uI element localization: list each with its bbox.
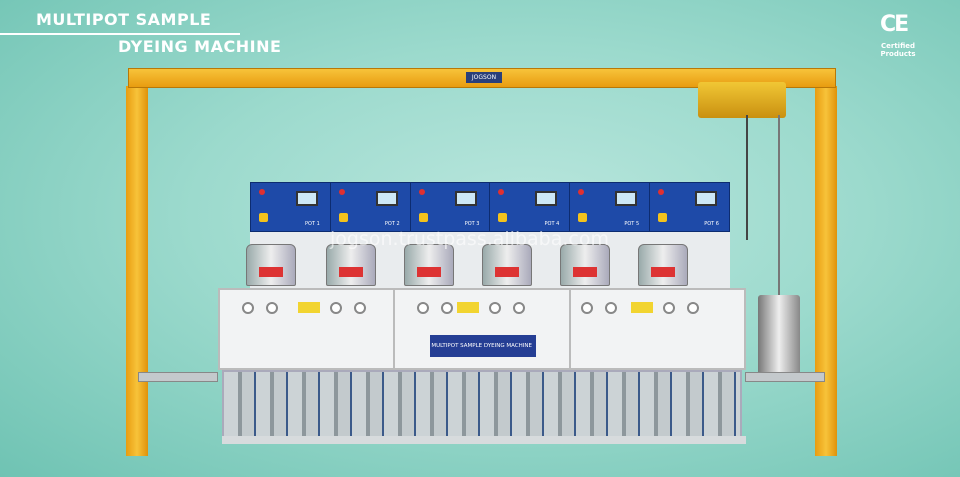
display-screen [535, 191, 558, 206]
title-divider [0, 33, 240, 35]
display-screen [615, 191, 638, 206]
control-module: POT 2 [331, 183, 411, 231]
pressure-gauge [662, 302, 675, 314]
ce-mark-logo: CE [880, 12, 909, 37]
pressure-gauge [266, 302, 278, 314]
pressure-gauge [417, 302, 430, 314]
indicator-light [578, 189, 585, 195]
display-screen [295, 191, 318, 206]
dyeing-pot [560, 244, 610, 286]
control-module: POT 5 [570, 183, 651, 231]
indicator-light [338, 189, 345, 195]
pressure-gauge [441, 302, 454, 314]
gantry-left-leg [126, 86, 148, 456]
watermark: jogson.trustpass.alibaba.com [330, 228, 609, 250]
dyeing-pot [326, 244, 376, 286]
pot-label: POT 5 [624, 221, 640, 227]
dyeing-pot [246, 244, 296, 286]
indicator-light [658, 189, 665, 195]
pressure-gauge [489, 302, 502, 314]
dyeing-pot [482, 244, 532, 286]
dyeing-pot [404, 244, 454, 286]
pressure-gauge [330, 302, 342, 314]
plumbing-frame [222, 370, 742, 444]
pressure-gauge [686, 302, 699, 314]
title-line-2: DYEING MACHINE [118, 37, 282, 56]
pressure-gauge [354, 302, 366, 314]
steel-bucket [758, 295, 800, 377]
control-module: POT 6 [650, 183, 729, 231]
pressure-gauge [604, 302, 617, 314]
title-line-1: MULTIPOT SAMPLE [36, 10, 212, 29]
machine-base [222, 436, 746, 444]
pressure-gauge [242, 302, 254, 314]
brand-plate: JOGSON [466, 72, 502, 83]
indicator-light [259, 189, 265, 195]
display-screen [694, 191, 717, 206]
gantry-right-leg [815, 86, 837, 456]
selector-switch [338, 213, 348, 222]
selector-switch [658, 213, 668, 222]
certified-caption: Certified Products [878, 42, 918, 58]
temperature-display [457, 302, 480, 313]
cabinet-section [571, 290, 744, 368]
pressure-gauge [580, 302, 593, 314]
hoist-chain [778, 115, 780, 295]
selector-switch [418, 213, 428, 222]
pot-label: POT 6 [704, 221, 719, 227]
display-screen [455, 191, 478, 206]
pot-label: POT 1 [305, 221, 320, 227]
cert-line-1: Certified [880, 42, 916, 50]
electric-hoist [698, 82, 786, 118]
machine-nameplate: MULTIPOT SAMPLE DYEING MACHINE [430, 335, 536, 357]
pot-label: POT 4 [544, 221, 560, 227]
indicator-light [498, 189, 505, 195]
temperature-display [298, 302, 320, 313]
cabinet-section [220, 290, 396, 368]
machine-cabinet [218, 288, 746, 370]
cert-line-2: Products [880, 50, 916, 58]
pot-label: POT 2 [384, 221, 400, 227]
indicator-light [418, 189, 425, 195]
dyeing-pot [638, 244, 688, 286]
pressure-gauge [513, 302, 526, 314]
display-screen [375, 191, 398, 206]
control-module: POT 3 [411, 183, 491, 231]
pot-label: POT 3 [464, 221, 480, 227]
selector-switch [259, 213, 268, 222]
control-module: POT 4 [490, 183, 571, 231]
pendant-cable [746, 115, 748, 240]
selector-switch [578, 213, 588, 222]
temperature-display [630, 302, 653, 313]
right-tray [745, 372, 825, 382]
selector-switch [498, 213, 508, 222]
control-module: POT 1 [251, 183, 331, 231]
control-panel: POT 1 POT 2 POT 3 POT 4 POT 5 POT 6 [250, 182, 730, 232]
left-tray [138, 372, 218, 382]
